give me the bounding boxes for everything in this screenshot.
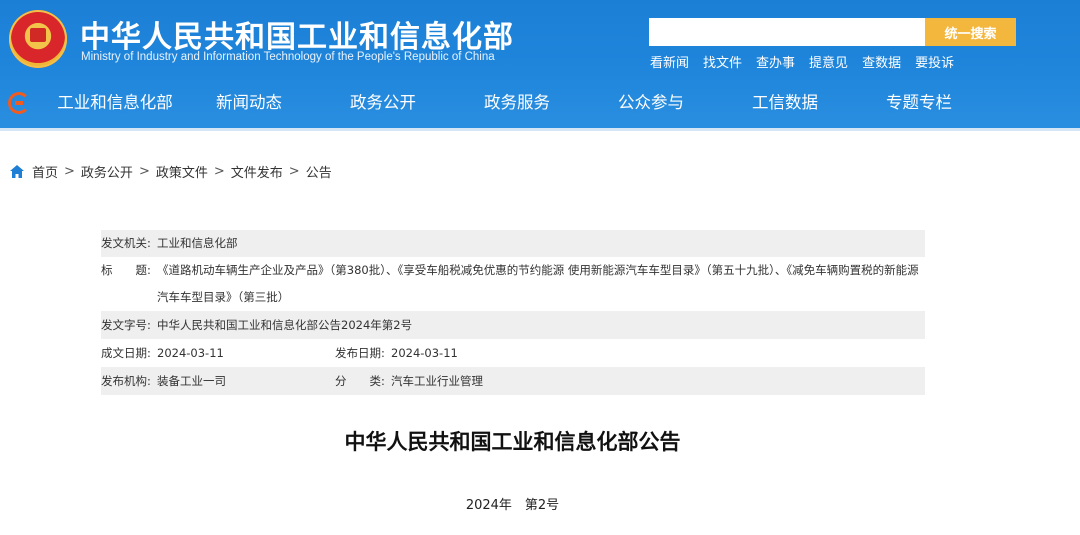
site-subtitle-en: Ministry of Industry and Information Tec… <box>81 51 495 63</box>
search-button[interactable]: 统一搜索 <box>925 18 1016 46</box>
quick-link-complaint[interactable]: 要投诉 <box>915 52 954 71</box>
quick-link-data[interactable]: 查数据 <box>862 52 901 71</box>
document-meta-table: 发文机关: 工业和信息化部 标 题: 《道路机动车辆生产企业及产品》（第380批… <box>101 230 925 395</box>
meta-label: 发布日期: <box>335 346 385 360</box>
header-top: 中华人民共和国工业和信息化部 Ministry of Industry and … <box>0 0 1080 80</box>
meta-row-issuer: 发文机关: 工业和信息化部 <box>101 230 925 257</box>
breadcrumb-separator: > <box>213 164 225 179</box>
meta-value: 2024-03-11 <box>157 346 224 360</box>
national-emblem-icon[interactable] <box>9 10 67 68</box>
meta-label: 标 题: <box>101 263 151 277</box>
nav-item-gov-affairs[interactable]: 政务公开 <box>316 80 450 126</box>
breadcrumb-policy-docs[interactable]: 政策文件 <box>156 162 208 181</box>
meta-label: 分 类: <box>335 374 385 388</box>
quick-links: 看新闻 找文件 查办事 提意见 查数据 要投诉 <box>650 52 954 71</box>
quick-link-files[interactable]: 找文件 <box>703 52 742 71</box>
nav-logo-icon[interactable] <box>8 92 30 114</box>
document-title: 中华人民共和国工业和信息化部公告 <box>344 430 681 454</box>
home-icon[interactable] <box>10 165 24 178</box>
nav-divider <box>0 128 1080 131</box>
nav-item-data[interactable]: 工信数据 <box>718 80 852 126</box>
breadcrumb-notice[interactable]: 公告 <box>306 162 332 181</box>
site-title[interactable]: 中华人民共和国工业和信息化部 <box>80 12 514 56</box>
quick-link-news[interactable]: 看新闻 <box>650 52 689 71</box>
breadcrumb-separator: > <box>64 164 75 179</box>
breadcrumb: 首页 > 政务公开 > 政策文件 > 文件发布 > 公告 <box>10 162 332 181</box>
meta-label: 发布机构: <box>101 374 151 388</box>
nav-item-gov-services[interactable]: 政务服务 <box>450 80 584 126</box>
meta-value: 2024-03-11 <box>391 346 458 360</box>
nav-item-ministry[interactable]: 工业和信息化部 <box>48 80 182 126</box>
nav-item-news[interactable]: 新闻动态 <box>182 80 316 126</box>
meta-org: 发布机构: 装备工业一司 <box>101 367 335 395</box>
meta-value: 工业和信息化部 <box>157 236 238 250</box>
breadcrumb-separator: > <box>138 164 150 179</box>
meta-created: 成文日期: 2024-03-11 <box>101 339 335 367</box>
nav-item-topics[interactable]: 专题专栏 <box>852 80 986 126</box>
meta-row-docno: 发文字号: 中华人民共和国工业和信息化部公告2024年第2号 <box>101 311 925 339</box>
breadcrumb-separator: > <box>288 164 300 179</box>
meta-published: 发布日期: 2024-03-11 <box>335 339 569 367</box>
search-input[interactable] <box>649 18 925 46</box>
nav-items: 工业和信息化部 新闻动态 政务公开 政务服务 公众参与 工信数据 专题专栏 <box>48 80 986 126</box>
meta-label: 发文机关: <box>101 236 151 250</box>
meta-value: 《道路机动车辆生产企业及产品》（第380批）、《享受车船税减免优惠的节约能源 使… <box>157 263 919 304</box>
breadcrumb-doc-release[interactable]: 文件发布 <box>231 162 283 181</box>
meta-row-title: 标 题: 《道路机动车辆生产企业及产品》（第380批）、《享受车船税减免优惠的节… <box>101 257 925 311</box>
meta-category: 分 类: 汽车工业行业管理 <box>335 367 569 395</box>
meta-label: 成文日期: <box>101 346 151 360</box>
meta-value: 装备工业一司 <box>157 374 226 388</box>
breadcrumb-gov-affairs[interactable]: 政务公开 <box>81 162 133 181</box>
meta-label: 发文字号: <box>101 318 151 332</box>
quick-link-feedback[interactable]: 提意见 <box>809 52 848 71</box>
main-nav: 工业和信息化部 新闻动态 政务公开 政务服务 公众参与 工信数据 专题专栏 <box>0 80 1080 127</box>
site-header: 中华人民共和国工业和信息化部 Ministry of Industry and … <box>0 0 1080 131</box>
meta-value: 汽车工业行业管理 <box>391 374 483 388</box>
meta-row-dates: 成文日期: 2024-03-11 发布日期: 2024-03-11 <box>101 339 925 367</box>
meta-value: 中华人民共和国工业和信息化部公告2024年第2号 <box>157 318 413 332</box>
quick-link-services[interactable]: 查办事 <box>756 52 795 71</box>
breadcrumb-home[interactable]: 首页 <box>32 162 58 181</box>
nav-item-public[interactable]: 公众参与 <box>584 80 718 126</box>
document-number: 2024年 第2号 <box>465 498 560 513</box>
meta-row-org: 发布机构: 装备工业一司 分 类: 汽车工业行业管理 <box>101 367 925 395</box>
